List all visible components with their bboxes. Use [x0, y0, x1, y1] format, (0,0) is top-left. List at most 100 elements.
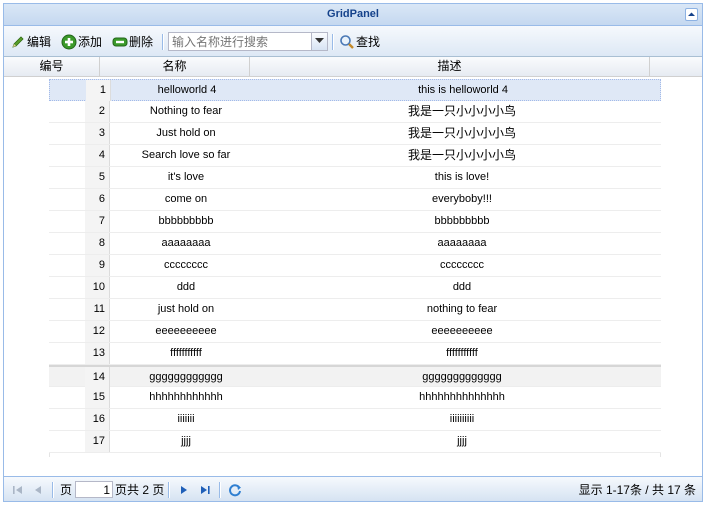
add-icon — [61, 34, 77, 50]
table-row[interactable]: 14 gggggggggggg ggggggggggggg — [49, 365, 661, 388]
name-cell: come on — [164, 193, 208, 205]
description-cell: this is love! — [434, 171, 490, 183]
total-pages-label: 页共 2 页 — [115, 483, 165, 497]
page-number-input[interactable] — [75, 481, 113, 498]
next-page-icon[interactable] — [176, 482, 192, 498]
row-number-cell: 17 — [85, 431, 110, 452]
delete-label: 删除 — [129, 35, 154, 49]
name-cell: Search love so far — [141, 149, 231, 161]
search-input[interactable] — [169, 33, 312, 50]
last-page-icon[interactable] — [197, 482, 213, 498]
name-cell: hhhhhhhhhhhh — [149, 391, 223, 403]
table-row[interactable]: 5 it's love this is love! — [49, 167, 661, 189]
row-number-cell: 6 — [85, 189, 110, 210]
pencil-icon — [12, 36, 24, 48]
table-row[interactable]: 13 fffffffffff fffffffffff — [49, 343, 661, 365]
chevron-down-icon — [315, 38, 324, 43]
pager-separator — [219, 482, 221, 498]
table-row[interactable]: 8 aaaaaaaa aaaaaaaa — [49, 233, 661, 255]
table-row[interactable]: 16 iiiiiii iiiiiiiiii — [49, 409, 661, 431]
name-cell: aaaaaaaa — [161, 237, 211, 249]
page-label: 页 — [60, 483, 73, 497]
refresh-icon[interactable] — [227, 482, 243, 498]
table-row[interactable]: 1 helloworld 4 this is helloworld 4 — [49, 79, 661, 101]
description-cell: nothing to fear — [426, 303, 498, 315]
column-header-name[interactable]: 名称 — [100, 57, 250, 76]
description-cell: iiiiiiiiii — [449, 413, 475, 425]
table-row[interactable]: 2 Nothing to fear 我是一只小小小小鸟 — [49, 101, 661, 123]
combo-dropdown-trigger[interactable] — [311, 33, 327, 50]
row-number-cell: 4 — [85, 145, 110, 166]
search-combo[interactable] — [168, 32, 328, 51]
remove-icon — [112, 37, 128, 47]
table-row[interactable]: 12 eeeeeeeeee eeeeeeeeee — [49, 321, 661, 343]
row-number-cell: 14 — [85, 367, 110, 388]
name-cell: jjjj — [181, 435, 191, 447]
find-label: 查找 — [356, 35, 381, 49]
description-cell: cccccccc — [440, 259, 484, 271]
grid-header: 编号 名称 描述 — [4, 57, 702, 77]
edit-label: 编辑 — [27, 35, 52, 49]
description-cell: ddd — [452, 281, 472, 293]
description-cell: everyboby!!! — [432, 193, 492, 205]
panel-title-bar: GridPanel — [4, 4, 702, 26]
paging-status: 显示 1-17条 / 共 17 条 — [578, 483, 696, 497]
row-number-cell: 15 — [85, 387, 110, 408]
description-cell: 我是一只小小小小鸟 — [407, 104, 516, 118]
prev-page-icon[interactable] — [30, 482, 46, 498]
pager-separator — [168, 482, 170, 498]
table-row[interactable]: 17 jjjj jjjj — [49, 431, 661, 453]
collapse-button[interactable] — [685, 8, 698, 21]
name-cell: cccccccc — [164, 259, 208, 271]
toolbar-separator — [162, 34, 164, 50]
paging-toolbar: 页 页共 2 页 显示 1-17条 / 共 17 条 — [4, 476, 702, 501]
name-cell: iiiiiii — [177, 413, 195, 425]
description-cell: this is helloworld 4 — [418, 84, 508, 96]
row-number-cell: 1 — [86, 80, 111, 101]
table-row[interactable]: 15 hhhhhhhhhhhh hhhhhhhhhhhhhh — [49, 387, 661, 409]
table-row[interactable]: 9 cccccccc cccccccc — [49, 255, 661, 277]
row-number-cell: 9 — [85, 255, 110, 276]
table-row[interactable]: 3 Just hold on 我是一只小小小小鸟 — [49, 123, 661, 145]
row-number-cell: 13 — [85, 343, 110, 364]
column-header-desc[interactable]: 描述 — [250, 57, 650, 76]
toolbar: 编辑 添加 删除 输入名称进行搜索 查找 — [4, 26, 702, 57]
description-cell: fffffffffff — [446, 347, 478, 359]
table-row[interactable]: 6 come on everyboby!!! — [49, 189, 661, 211]
description-cell: ggggggggggggg — [422, 371, 502, 383]
row-number-cell: 5 — [85, 167, 110, 188]
row-number-cell: 12 — [85, 321, 110, 342]
name-cell: it's love — [167, 171, 205, 183]
row-number-cell: 7 — [85, 211, 110, 232]
table-row[interactable]: 7 bbbbbbbbb bbbbbbbbb — [49, 211, 661, 233]
column-header-num[interactable]: 编号 — [4, 57, 100, 76]
table-row[interactable]: 4 Search love so far 我是一只小小小小鸟 — [49, 145, 661, 167]
name-cell: Just hold on — [156, 127, 216, 139]
name-cell: just hold on — [157, 303, 215, 315]
name-cell: helloworld 4 — [157, 84, 217, 96]
add-label: 添加 — [78, 35, 103, 49]
toolbar-separator — [332, 34, 334, 50]
row-number-cell: 11 — [85, 299, 110, 320]
description-cell: hhhhhhhhhhhhhh — [419, 391, 505, 403]
description-cell: bbbbbbbbb — [434, 215, 490, 227]
first-page-icon[interactable] — [10, 482, 26, 498]
description-cell: 我是一只小小小小鸟 — [407, 126, 516, 140]
row-number-cell: 10 — [85, 277, 110, 298]
description-cell: eeeeeeeeee — [431, 325, 493, 337]
search-icon — [340, 35, 354, 49]
name-cell: fffffffffff — [170, 347, 202, 359]
name-cell: eeeeeeeeee — [155, 325, 217, 337]
description-cell: aaaaaaaa — [437, 237, 487, 249]
panel-title: GridPanel — [327, 8, 379, 20]
collapse-icon — [688, 12, 695, 16]
description-cell: 我是一只小小小小鸟 — [407, 148, 516, 162]
grid-panel: GridPanel 编辑 添加 删除 输入名称进行搜索 查找 编号 名称 描述 … — [3, 3, 703, 502]
row-number-cell: 3 — [85, 123, 110, 144]
table-row[interactable]: 11 just hold on nothing to fear — [49, 299, 661, 321]
name-cell: ddd — [176, 281, 196, 293]
row-number-cell: 16 — [85, 409, 110, 430]
table-row[interactable]: 10 ddd ddd — [49, 277, 661, 299]
row-number-cell: 2 — [85, 101, 110, 122]
name-cell: Nothing to fear — [149, 105, 223, 117]
